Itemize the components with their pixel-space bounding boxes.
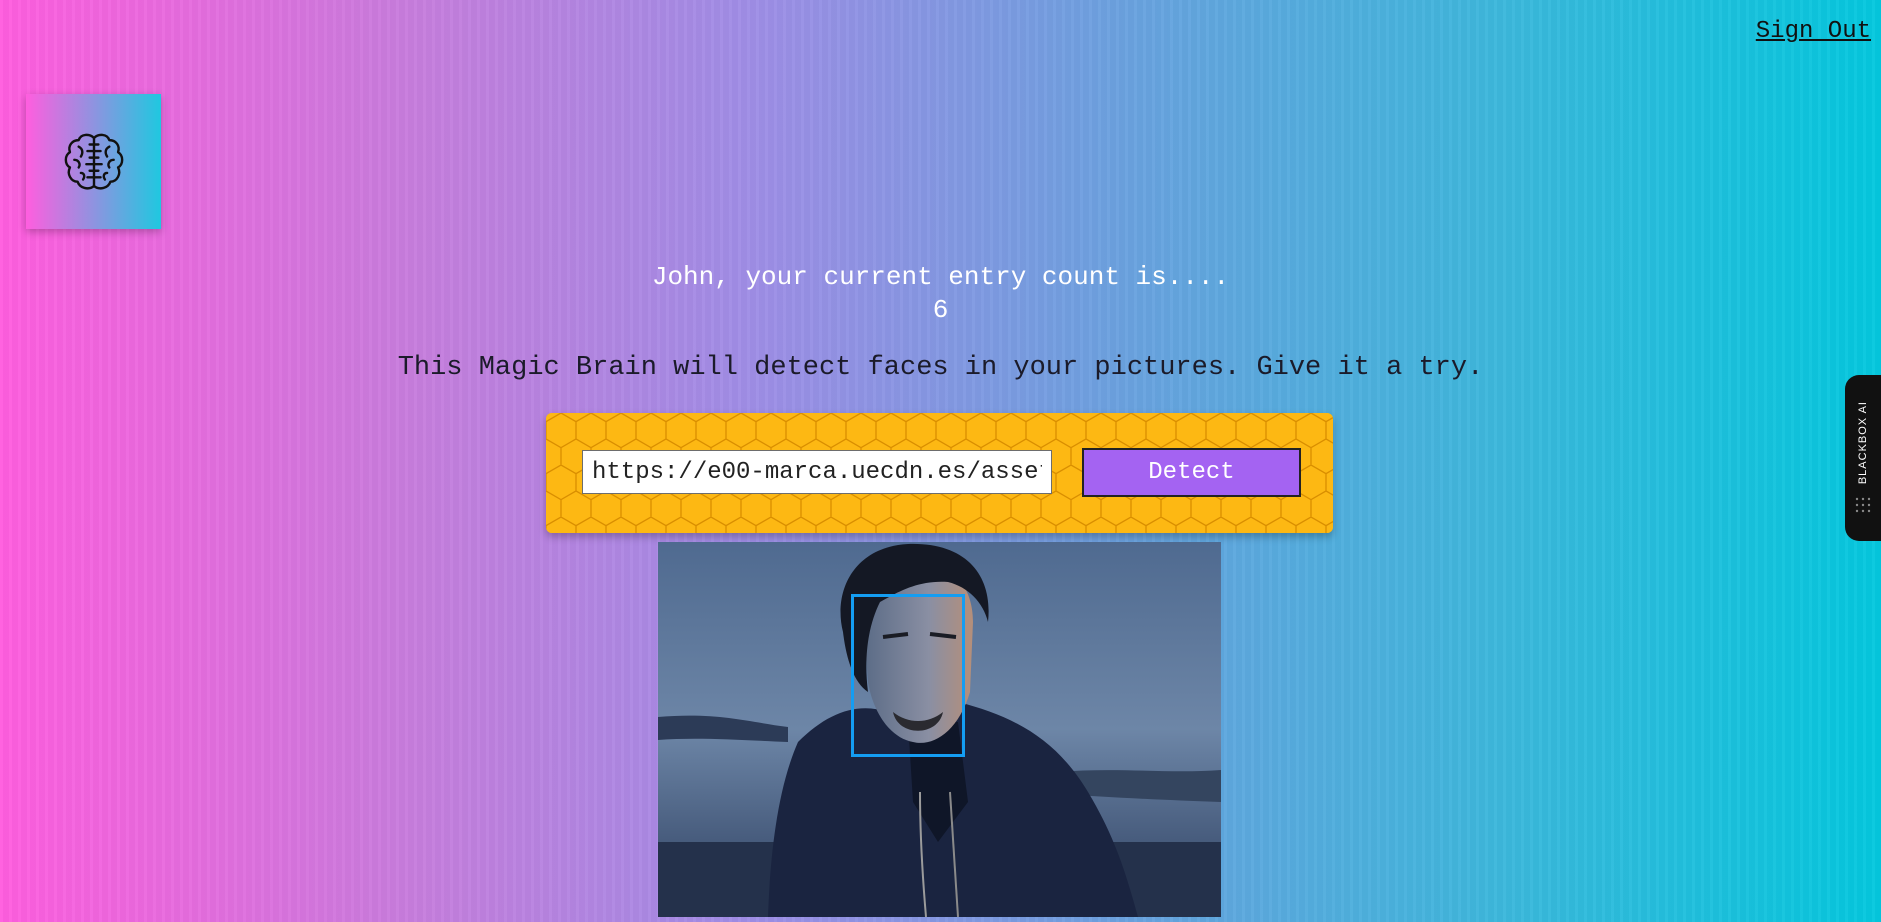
- dots-grid-icon: [1855, 497, 1871, 512]
- blackbox-ai-label: BLACKBOX AI: [1857, 401, 1869, 485]
- face-bounding-box: [851, 594, 965, 757]
- entry-greeting: John, your current entry count is....: [651, 262, 1230, 292]
- image-link-form: Detect: [546, 413, 1333, 533]
- intro-text: This Magic Brain will detect faces in yo…: [397, 353, 1484, 383]
- entry-count: 6: [932, 295, 949, 325]
- blackbox-ai-tab[interactable]: BLACKBOX AI: [1845, 375, 1881, 541]
- image-url-input[interactable]: [582, 450, 1052, 494]
- sign-out-link[interactable]: Sign Out: [1756, 18, 1871, 45]
- detect-button[interactable]: Detect: [1082, 448, 1301, 497]
- input-image-container: [658, 542, 1221, 917]
- logo-tile: [26, 94, 161, 229]
- brain-icon: [64, 133, 123, 190]
